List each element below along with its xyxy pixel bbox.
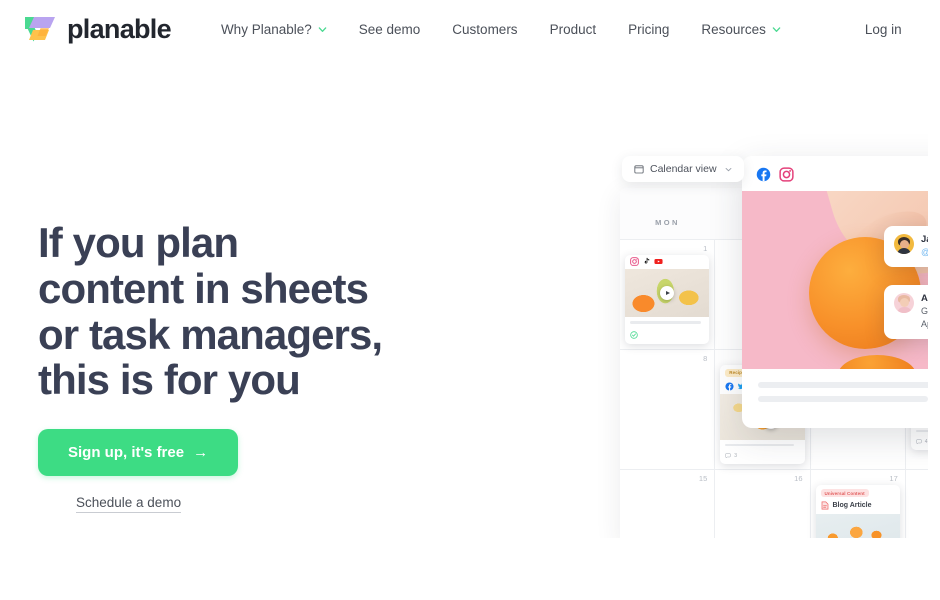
schedule-demo-link[interactable]: Schedule a demo <box>76 495 182 514</box>
arrow-right-icon: → <box>193 444 209 462</box>
site-header: planable Why Planable? See demo Customer… <box>0 0 940 58</box>
day-number: 1 <box>703 244 708 253</box>
calendar-day-cell[interactable]: 1 <box>620 240 716 349</box>
day-number: 17 <box>889 474 898 483</box>
post-text-placeholder <box>625 317 709 330</box>
brand-logo-link[interactable]: planable <box>24 13 172 45</box>
nav-label: Customers <box>452 21 518 37</box>
calendar-view-switcher[interactable]: Calendar view <box>622 156 744 182</box>
post-status <box>625 330 709 344</box>
nav-item-see-demo[interactable]: See demo <box>343 16 437 43</box>
instagram-icon <box>630 257 639 266</box>
main-navigation: Why Planable? See demo Customers Product… <box>205 16 918 43</box>
nav-item-why-planable[interactable]: Why Planable? <box>205 16 343 43</box>
headline-line-3: or task managers, <box>38 310 383 358</box>
calendar-day-cell[interactable]: 16 <box>715 470 811 543</box>
headline-line-2: content in sheets <box>38 264 369 312</box>
nav-label: Why Planable? <box>220 21 312 37</box>
nav-item-customers[interactable]: Customers <box>436 16 533 43</box>
comment-icon <box>915 439 922 445</box>
facebook-icon <box>725 381 734 391</box>
network-icons <box>625 255 709 269</box>
bottom-edge-mask <box>600 538 940 600</box>
app-mockup: Calendar view MON 1 8 Recipes 3 4 15 16 … <box>612 148 940 548</box>
calendar-day-cell[interactable]: 15 <box>620 470 716 543</box>
right-edge-mask <box>928 0 940 600</box>
calendar-day-cell[interactable]: 8 <box>620 349 716 469</box>
blog-title: Blog Article <box>832 502 872 509</box>
nav-label: See demo <box>358 21 421 37</box>
avatar <box>894 293 914 313</box>
brand-name: planable <box>67 13 172 44</box>
facebook-icon <box>756 167 771 182</box>
planable-logo-icon <box>25 17 55 42</box>
post-card-video[interactable] <box>625 255 710 344</box>
play-button[interactable] <box>660 286 675 300</box>
tiktok-icon <box>644 257 650 264</box>
day-number: 15 <box>698 474 708 483</box>
youtube-icon <box>654 259 663 264</box>
weekday-mon: MON <box>655 218 680 227</box>
approved-check-icon <box>630 330 638 339</box>
post-comment-count: 3 <box>720 452 804 464</box>
headline-line-4: this is for you <box>38 356 301 404</box>
calendar-icon <box>634 165 644 174</box>
calendar-day-cell[interactable]: 17 Universal Content Blog Article <box>811 470 906 543</box>
post-text-placeholder <box>720 440 804 453</box>
comment-icon <box>725 453 731 459</box>
day-number: 8 <box>703 353 708 363</box>
day-number: 16 <box>794 474 803 483</box>
post-tags: Universal Content <box>816 485 900 500</box>
featured-post-image <box>742 191 940 369</box>
orange-fruit-back <box>838 354 917 369</box>
document-icon <box>821 501 828 510</box>
instagram-icon <box>779 167 794 182</box>
comment-count: 3 <box>734 453 738 459</box>
featured-post-text-placeholder <box>742 369 940 428</box>
nav-item-resources[interactable]: Resources <box>685 16 797 43</box>
nav-label: Product <box>549 21 597 37</box>
post-card-blog-article[interactable]: Universal Content Blog Article <box>815 485 900 543</box>
nav-item-product[interactable]: Product <box>534 16 613 43</box>
page-title: If you plan content in sheets or task ma… <box>38 220 458 403</box>
signup-button[interactable]: Sign up, it's free → <box>38 429 239 477</box>
calendar-week-row: 15 16 17 Universal Content Blog Article <box>620 470 940 543</box>
nav-label: Resources <box>701 21 766 37</box>
login-label: Log in <box>864 21 902 37</box>
login-link[interactable]: Log in <box>849 16 918 43</box>
headline-line-1: If you plan <box>38 219 239 266</box>
chevron-down-icon <box>318 26 327 32</box>
tag-universal-content: Universal Content <box>820 489 869 497</box>
avatar <box>894 234 914 254</box>
signup-button-label: Sign up, it's free <box>68 444 185 462</box>
nav-label: Pricing <box>628 21 670 37</box>
featured-post-networks <box>742 156 940 191</box>
nav-item-pricing[interactable]: Pricing <box>612 16 685 43</box>
chevron-down-icon <box>725 167 731 171</box>
post-thumbnail <box>625 269 710 317</box>
calendar-view-label: Calendar view <box>650 163 717 175</box>
blog-title-row: Blog Article <box>816 500 900 514</box>
chevron-down-icon <box>772 26 781 32</box>
